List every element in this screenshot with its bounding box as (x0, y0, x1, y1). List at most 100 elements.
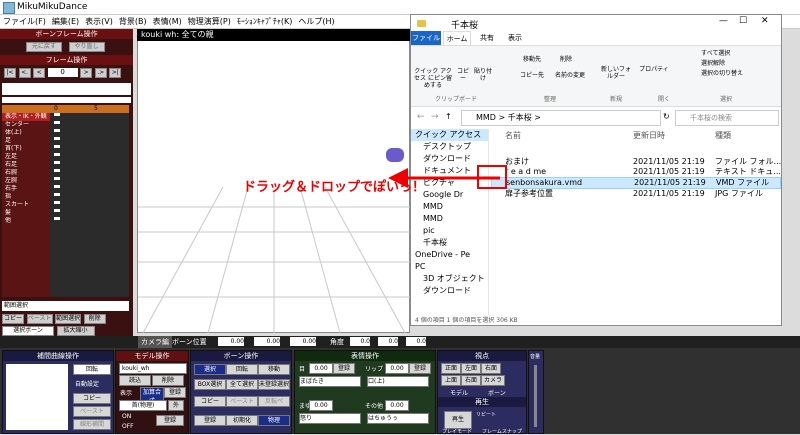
prev-frame-button[interactable]: < (33, 68, 46, 78)
bone-rotate-button[interactable]: 回転 (226, 364, 258, 375)
frame-copy-button[interactable]: コピー (2, 314, 24, 324)
face-brow-value[interactable]: 0.00 (309, 400, 333, 411)
bone-row[interactable]: 右腕 (2, 169, 50, 177)
pos-y-input[interactable]: 0.00 (254, 337, 280, 346)
close-icon[interactable]: ✕ (761, 16, 769, 26)
copy-to-button[interactable]: コピー先 (515, 72, 549, 79)
file-row[interactable]: おまけ 2021/11/05 21:19 ファイル フォル... (491, 157, 781, 167)
bone-row[interactable]: 足 (2, 137, 50, 145)
pin-button[interactable]: クイック アクセス にピン留めする (413, 68, 453, 89)
paste-button[interactable]: 貼り付け (473, 68, 493, 82)
face-eye-register-button[interactable]: 登録 (333, 363, 355, 374)
view-camera-button[interactable]: カメラ (481, 375, 505, 386)
interp-rotate-select[interactable]: 回転 (73, 364, 111, 375)
prev-key-button[interactable]: <. (18, 68, 31, 78)
col-type[interactable]: 種類 (715, 129, 731, 143)
face-other-select[interactable]: はちゅうぅ (367, 413, 429, 424)
face-lip-value[interactable]: 0.00 (385, 363, 409, 374)
move-to-button[interactable]: 移動先 (515, 56, 549, 63)
menu-background[interactable]: 背景(B) (116, 15, 150, 29)
view-right2-button[interactable]: 右面 (461, 375, 481, 386)
model-register-button[interactable]: 登録 (164, 387, 186, 398)
view-bone-radio[interactable]: ボーン (488, 388, 506, 397)
menu-view[interactable]: 表示(V) (82, 15, 116, 29)
nav-mmd-2[interactable]: MMD (411, 213, 488, 225)
copy-button[interactable]: コピー (455, 68, 471, 82)
back-icon[interactable]: ← (417, 112, 425, 122)
nav-desktop[interactable]: デスクトップ (411, 141, 488, 153)
bone-select-all-button[interactable]: 全て選択 (226, 379, 258, 390)
bone-move-button[interactable]: 移動 (258, 364, 290, 375)
bone-register-button[interactable]: 登録 (194, 415, 226, 426)
bone-row[interactable]: スカート (2, 201, 50, 209)
view-front-button[interactable]: 正面 (441, 363, 461, 374)
bone-row[interactable]: 髪 (2, 209, 50, 217)
nav-mmd-1[interactable]: MMD (411, 201, 488, 213)
address-bar[interactable]: MMD > 千本桜 > (461, 110, 661, 126)
col-name[interactable]: 名前 (505, 129, 521, 143)
first-frame-button[interactable]: |< (4, 68, 16, 78)
bone-unregistered-button[interactable]: 未登録選択 (258, 379, 290, 390)
pos-x-input[interactable]: 0.00 (218, 337, 244, 346)
view-right-button[interactable]: 右面 (481, 363, 501, 374)
interp-curve-canvas[interactable] (6, 364, 68, 430)
interp-paste-button[interactable]: ペースト (73, 406, 111, 417)
next-frame-button[interactable]: > (80, 68, 93, 78)
angle-z-input[interactable]: 0.0 (406, 337, 426, 346)
on-radio[interactable]: ON (122, 413, 131, 420)
angle-y-input[interactable]: 0.0 (378, 337, 398, 346)
bone-select-button[interactable]: 選択 (194, 364, 226, 375)
menu-edit[interactable]: 編集(E) (49, 15, 82, 29)
tab-view[interactable]: 表示 (503, 31, 527, 45)
bone-copy-button[interactable]: コピー (194, 396, 226, 407)
menu-file[interactable]: ファイル(F) (0, 15, 49, 29)
bone-row[interactable]: 右足 (2, 161, 50, 169)
bone-reset-button[interactable]: 初期化 (226, 415, 258, 426)
model-load-button[interactable]: 読込 (119, 375, 151, 386)
select-none-button[interactable]: 選択解除 (701, 60, 749, 67)
redo-button[interactable]: やり直し (68, 42, 105, 52)
bone-row[interactable]: 指 (2, 193, 50, 201)
timeline-grid[interactable]: 0 5 表示・IK・外観 センター 体(上) 足 首(下) 左足 右足 右腕 左… (2, 105, 129, 297)
tab-share[interactable]: 共有 (475, 31, 499, 45)
view-left-button[interactable]: 左面 (461, 363, 481, 374)
face-other-value[interactable]: 0.00 (385, 400, 409, 411)
interp-linear-button[interactable]: 線形補間 (73, 419, 111, 430)
bone-row[interactable]: 左足 (2, 153, 50, 161)
frame-delete-button[interactable]: 削除 (83, 314, 106, 324)
select-bone-dropdown[interactable]: 選択ボーン (2, 326, 54, 336)
rename-button[interactable]: 名前の変更 (551, 72, 589, 79)
frame-paste-button[interactable]: ペースト (26, 314, 53, 324)
invert-selection-button[interactable]: 選択の切り替え (701, 70, 753, 77)
next-key-button[interactable]: .> (94, 68, 107, 78)
model-delete-button[interactable]: 削除 (152, 375, 184, 386)
bone-row[interactable]: 表示・IK・外観 (2, 113, 50, 121)
bone-row[interactable]: 他 (2, 217, 50, 225)
model-bone-select[interactable]: 首(物理) (119, 400, 167, 411)
face-brow-select[interactable]: 怒り (299, 413, 361, 424)
camera-mode-tab[interactable]: カメラ編 (138, 336, 172, 348)
expand-button[interactable]: 拡大縮小 (56, 326, 95, 336)
range-select-bar[interactable]: 範囲選択 (2, 301, 129, 311)
delete-button[interactable]: 削除 (551, 56, 581, 63)
pos-z-input[interactable]: 0.00 (290, 337, 316, 346)
maximize-icon[interactable]: ☐ (739, 16, 747, 26)
last-frame-button[interactable]: >| (109, 68, 122, 78)
face-eye-value[interactable]: 0.00 (309, 363, 333, 374)
model-select[interactable]: kouki_wh (119, 363, 187, 374)
interp-auto-checkbox[interactable]: 自動設定 (75, 379, 99, 388)
volume-slider[interactable] (534, 365, 537, 427)
new-folder-button[interactable]: 新しいフォルダー (601, 66, 631, 80)
angle-x-input[interactable]: 0.0 (350, 337, 370, 346)
forward-icon[interactable]: → (431, 112, 439, 122)
bone-paste-button[interactable]: ペースト (226, 396, 258, 407)
tab-home[interactable]: ホーム (443, 31, 471, 45)
interp-copy-button[interactable]: コピー (73, 393, 111, 404)
menu-motion-capture[interactable]: ﾓｰｼｮﾝｷｬﾌﾟﾁｬ(K) (234, 15, 296, 29)
frame-number-input[interactable]: 0 (47, 68, 78, 77)
bone-row[interactable]: 首(下) (2, 145, 50, 153)
breadcrumb-current[interactable]: 千本桜 (508, 113, 532, 122)
nav-quick-access[interactable]: クイック アクセス (411, 129, 488, 141)
bone-row[interactable]: センター (2, 121, 50, 129)
select-all-button[interactable]: すべて選択 (701, 50, 749, 57)
